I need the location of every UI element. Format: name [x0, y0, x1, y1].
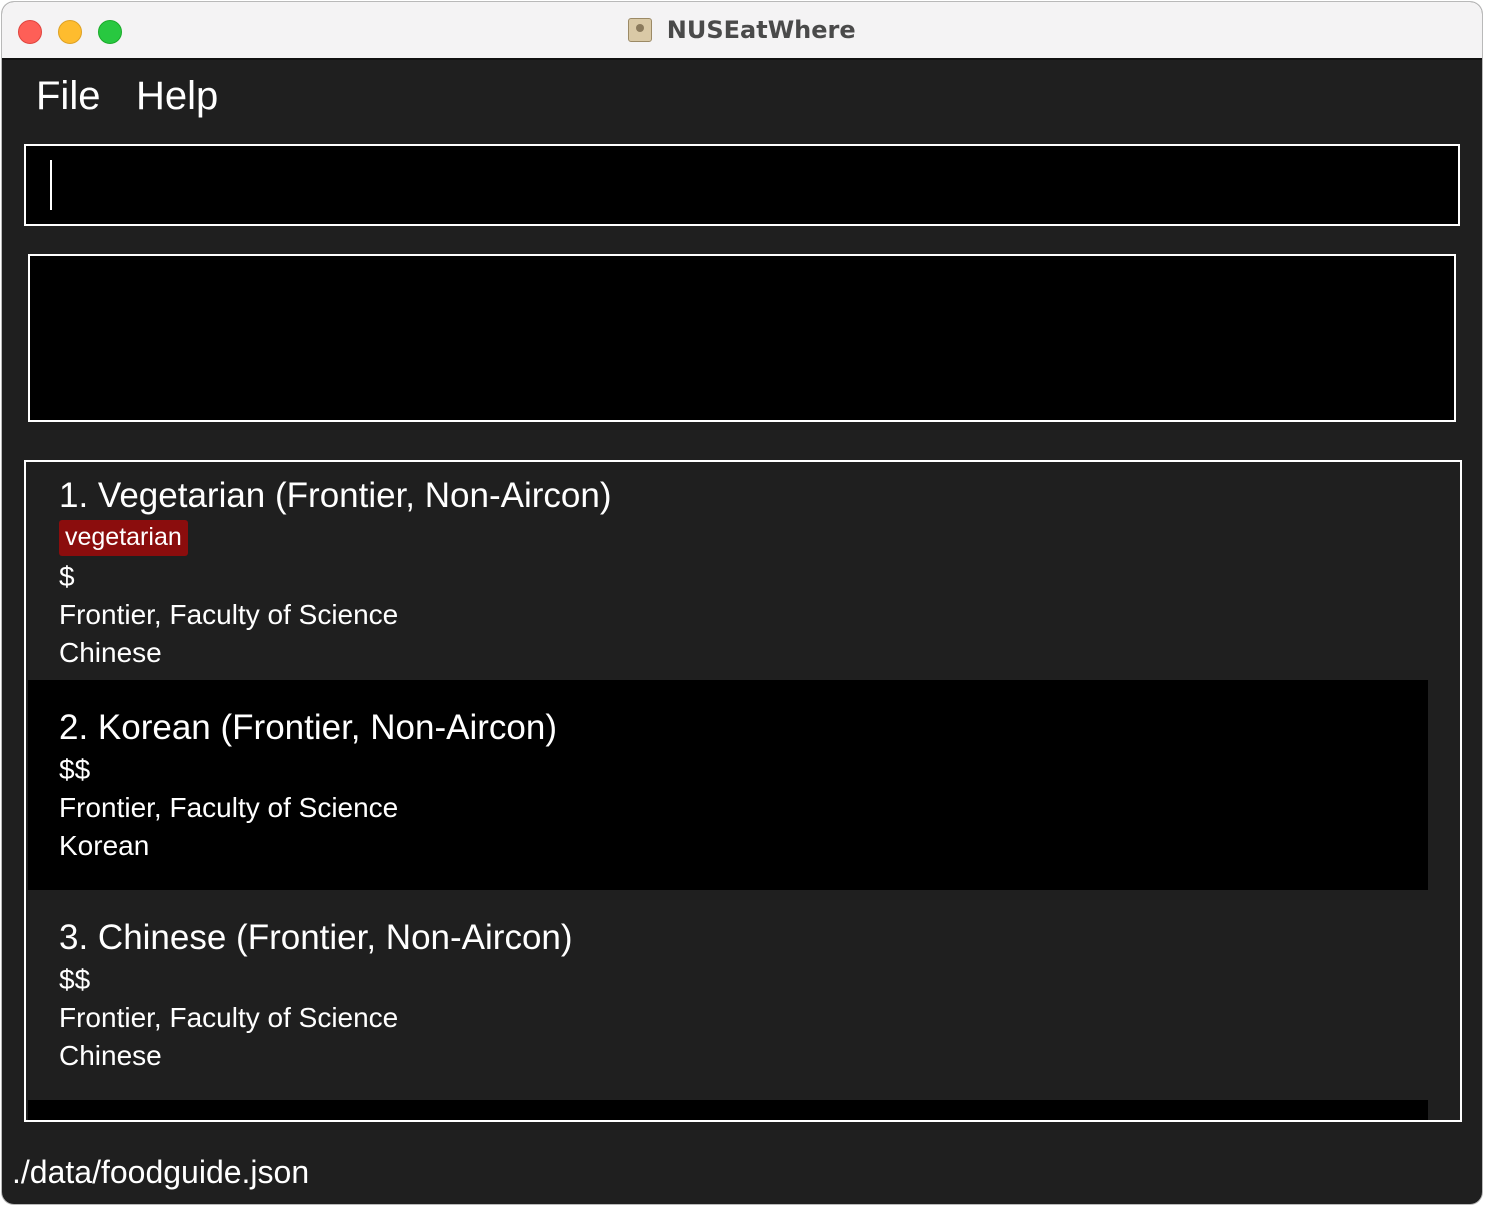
- title-bar: NUSEatWhere: [2, 2, 1482, 60]
- app-window: NUSEatWhere File Help 1. Vegetarian (Fro…: [2, 2, 1482, 1204]
- eatery-cuisine: Chinese: [59, 637, 162, 668]
- menu-bar: File Help: [2, 60, 1482, 136]
- list-item[interactable]: 2. Korean (Frontier, Non-Aircon) $$ Fron…: [28, 680, 1428, 890]
- list-item[interactable]: 3. Chinese (Frontier, Non-Aircon) $$ Fro…: [28, 890, 1428, 1100]
- eatery-list[interactable]: 1. Vegetarian (Frontier, Non-Aircon) veg…: [24, 460, 1462, 1122]
- eatery-price: $$: [59, 754, 91, 785]
- list-item[interactable]: 1. Vegetarian (Frontier, Non-Aircon) veg…: [28, 462, 1428, 680]
- tag-badge: vegetarian: [59, 520, 188, 556]
- eatery-location: Frontier, Faculty of Science: [59, 792, 399, 823]
- eatery-cuisine: Korean: [59, 830, 150, 861]
- eatery-location: Frontier, Faculty of Science: [59, 1002, 399, 1033]
- status-bar-file-path: ./data/foodguide.json: [12, 1154, 310, 1190]
- menu-file[interactable]: File: [36, 74, 100, 119]
- command-input[interactable]: [24, 144, 1460, 226]
- app-icon: [628, 18, 653, 42]
- eatery-price: $: [59, 561, 75, 592]
- eatery-cuisine: Chinese: [59, 1040, 162, 1071]
- window-title-group: NUSEatWhere: [2, 16, 1482, 46]
- eatery-title: 3. Chinese (Frontier, Non-Aircon): [59, 918, 573, 957]
- result-display: [28, 254, 1456, 422]
- eatery-location: Frontier, Faculty of Science: [59, 599, 399, 630]
- list-item-partial[interactable]: [28, 1100, 1428, 1120]
- window-title: NUSEatWhere: [666, 16, 856, 44]
- eatery-price: $$: [59, 964, 91, 995]
- menu-help[interactable]: Help: [136, 74, 218, 119]
- text-cursor: [50, 160, 52, 210]
- eatery-title: 1. Vegetarian (Frontier, Non-Aircon): [59, 476, 612, 515]
- eatery-title: 2. Korean (Frontier, Non-Aircon): [59, 708, 557, 747]
